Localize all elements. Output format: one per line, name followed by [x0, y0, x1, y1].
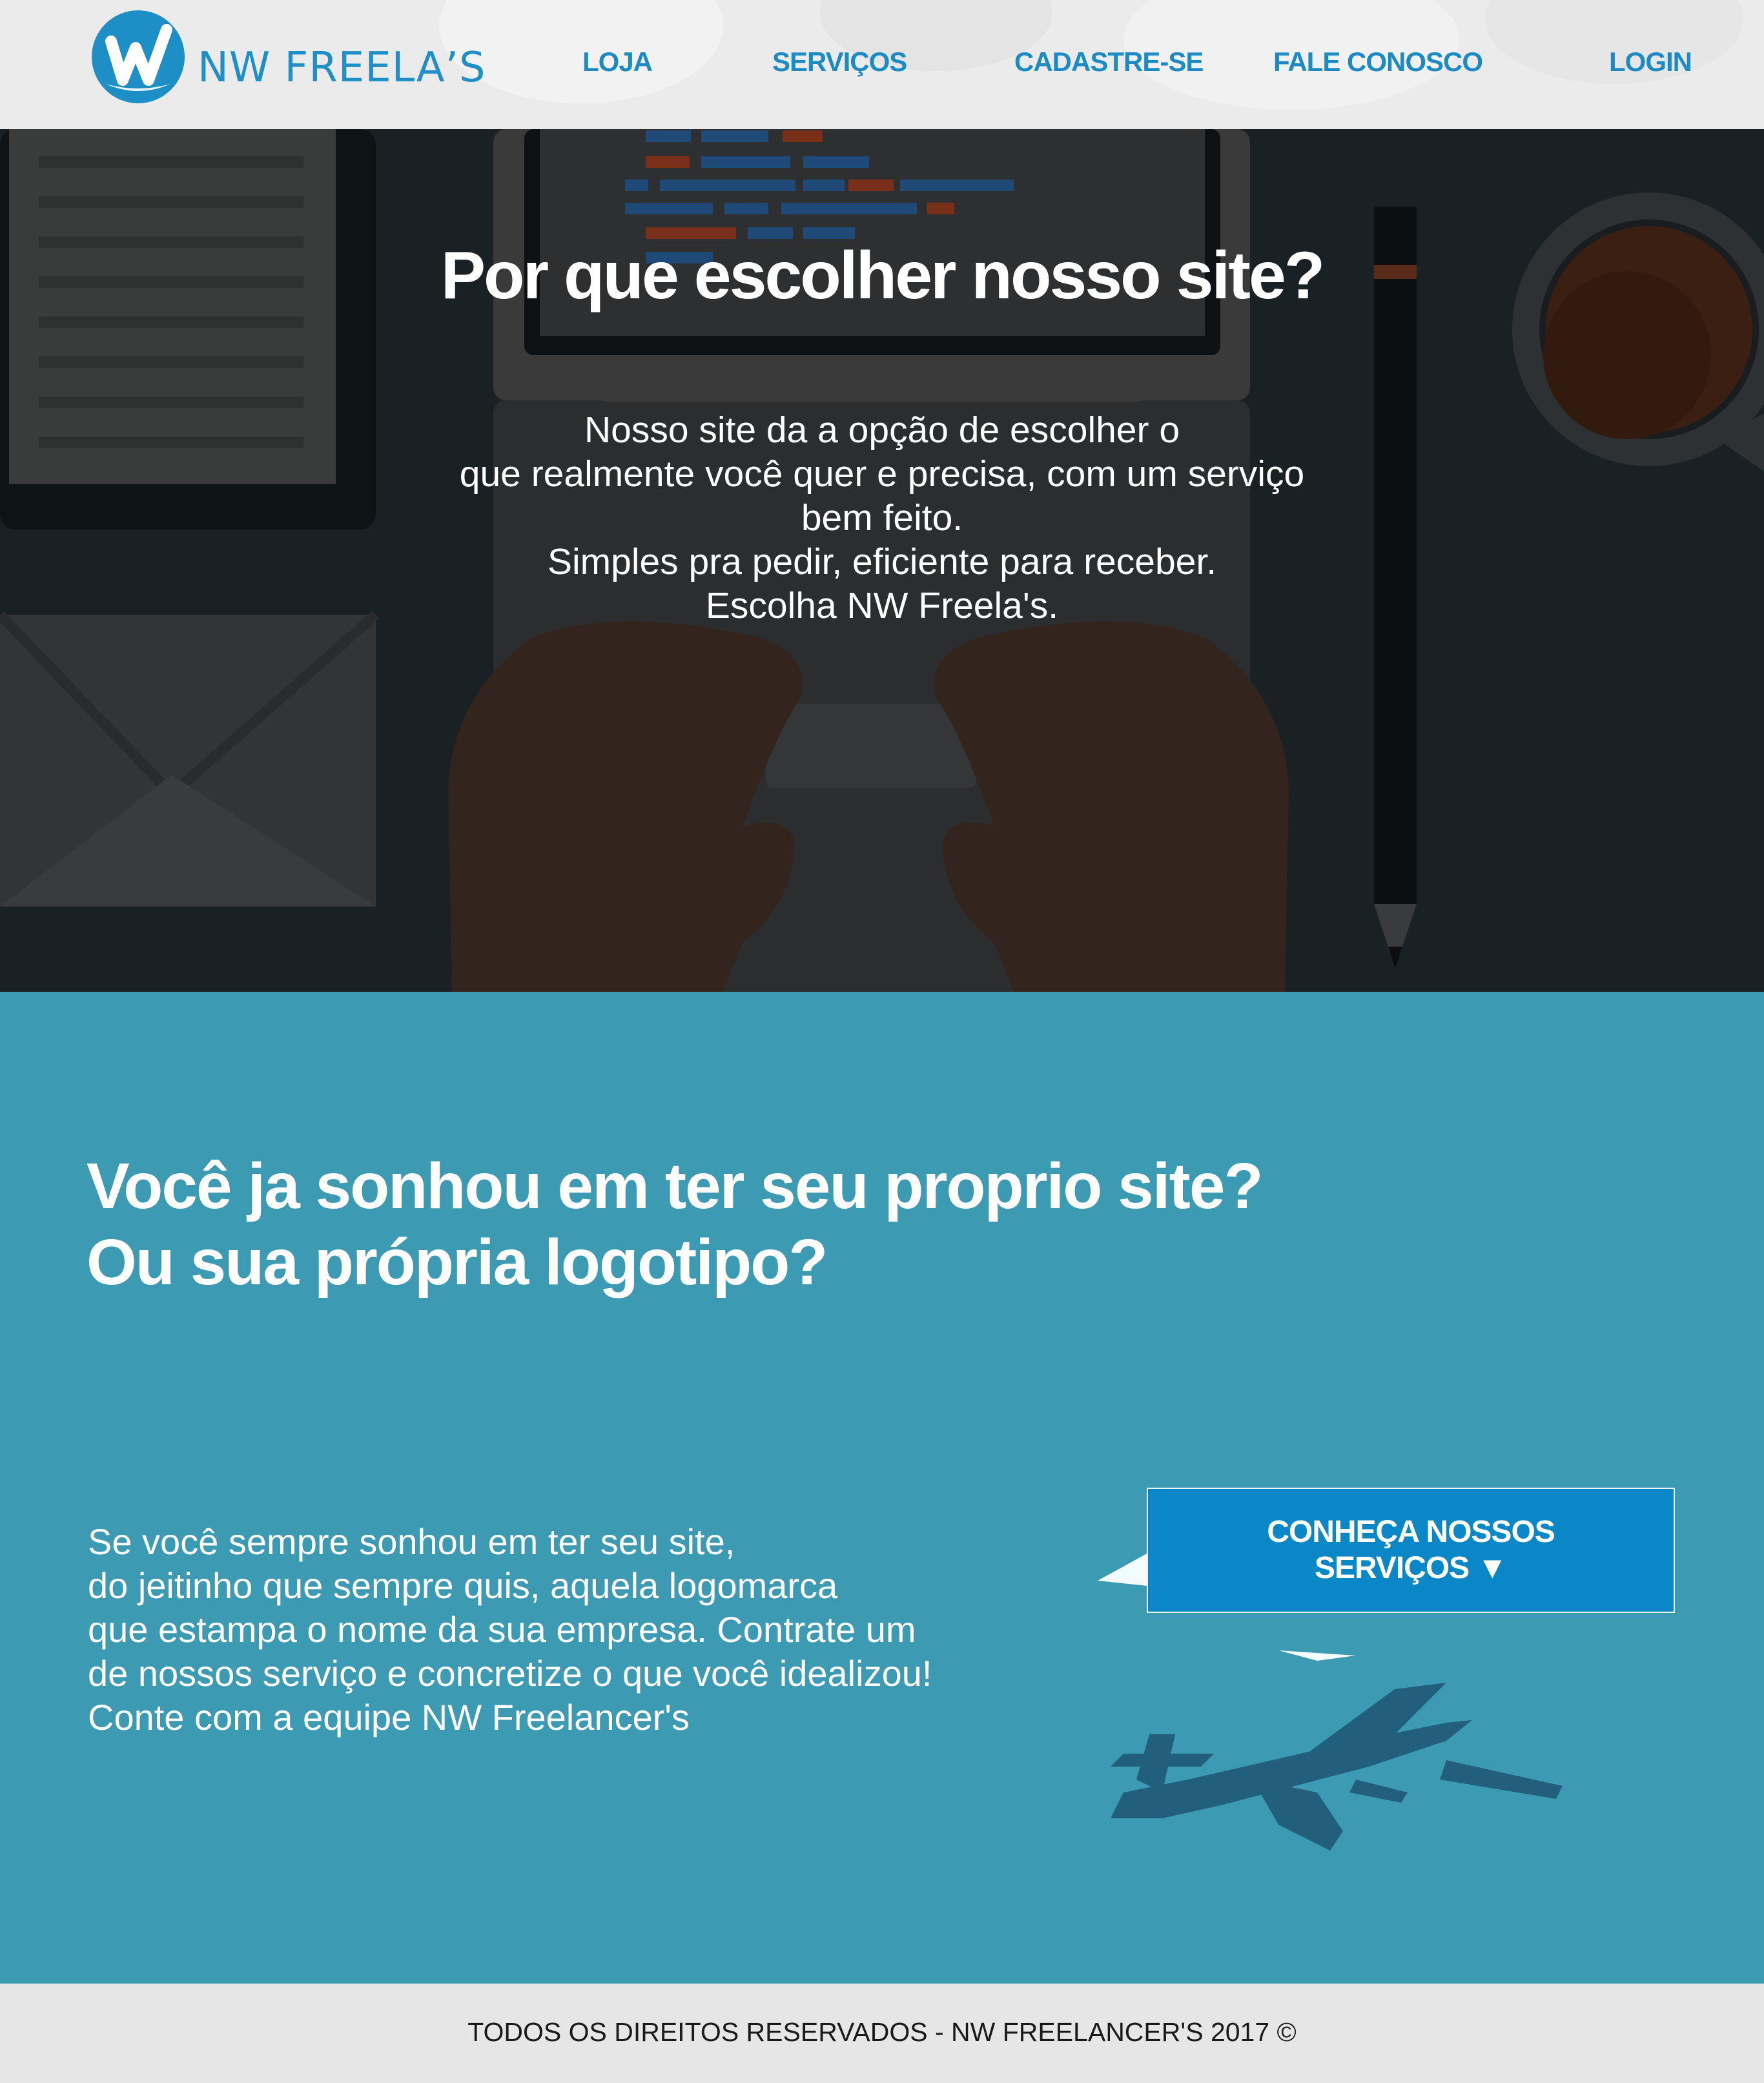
hero-line: bem feito.	[801, 497, 963, 539]
copyright-text: TODOS OS DIREITOS RESERVADOS - NW FREELA…	[467, 2017, 1297, 2047]
dream-heading-line: Você ja sonhou em ter seu proprio site?	[87, 1150, 1264, 1222]
hero-line: Escolha NW Freela's.	[705, 585, 1059, 626]
nav-loja[interactable]: LOJA	[582, 46, 653, 77]
hero-title: Por que escolher nosso site?	[440, 238, 1326, 313]
dream-heading-line: Ou sua própria logotipo?	[87, 1226, 828, 1298]
site-header: NW FREELA’S LOJA SERVIÇOS CADASTRE-SE FA…	[0, 0, 1764, 129]
nav-cadastre-se[interactable]: CADASTRE-SE	[1014, 46, 1204, 77]
logo-wordmark: NW FREELA’S	[198, 44, 486, 92]
site-logo[interactable]: NW FREELA’S	[87, 8, 486, 119]
nav-login[interactable]: LOGIN	[1609, 46, 1692, 77]
cta-label-line: SERVIÇOS ▼	[1314, 1551, 1508, 1585]
dream-line: de nossos serviço e concretize o que voc…	[88, 1653, 932, 1694]
dream-line: que estampa o nome da sua empresa. Contr…	[88, 1609, 916, 1650]
hero-line: que realmente você quer e precisa, com u…	[459, 453, 1305, 495]
dream-description: Se você sempre sonhou em ter seu site, d…	[88, 1520, 1056, 1739]
cta-label: CONHEÇA NOSSOS SERVIÇOS ▼	[1267, 1514, 1555, 1586]
hero-section: Por que escolher nosso site? Nosso site …	[0, 129, 1764, 992]
nw-logo-icon	[92, 10, 185, 103]
dream-line: do jeitinho que sempre quis, aquela logo…	[88, 1565, 838, 1606]
nav-fale-conosco[interactable]: FALE CONOSCO	[1273, 46, 1483, 77]
hero-line: Simples pra pedir, eficiente para recebe…	[547, 541, 1217, 582]
dream-line: Se você sempre sonhou em ter seu site,	[88, 1521, 735, 1562]
hero-line: Nosso site da a opção de escolher o	[584, 409, 1180, 451]
dream-section: Você ja sonhou em ter seu proprio site? …	[0, 992, 1764, 1984]
nav-servicos[interactable]: SERVIÇOS	[772, 46, 907, 77]
dream-line: Conte com a equipe NW Freelancer's	[88, 1697, 690, 1738]
hero-description: Nosso site da a opção de escolher o que …	[365, 408, 1399, 628]
cta-label-line: CONHEÇA NOSSOS	[1267, 1515, 1555, 1549]
services-cta-button[interactable]: CONHEÇA NOSSOS SERVIÇOS ▼	[1147, 1488, 1675, 1613]
dream-heading: Você ja sonhou em ter seu proprio site? …	[87, 1148, 1264, 1300]
site-footer: TODOS OS DIREITOS RESERVADOS - NW FREELA…	[0, 1984, 1764, 2083]
